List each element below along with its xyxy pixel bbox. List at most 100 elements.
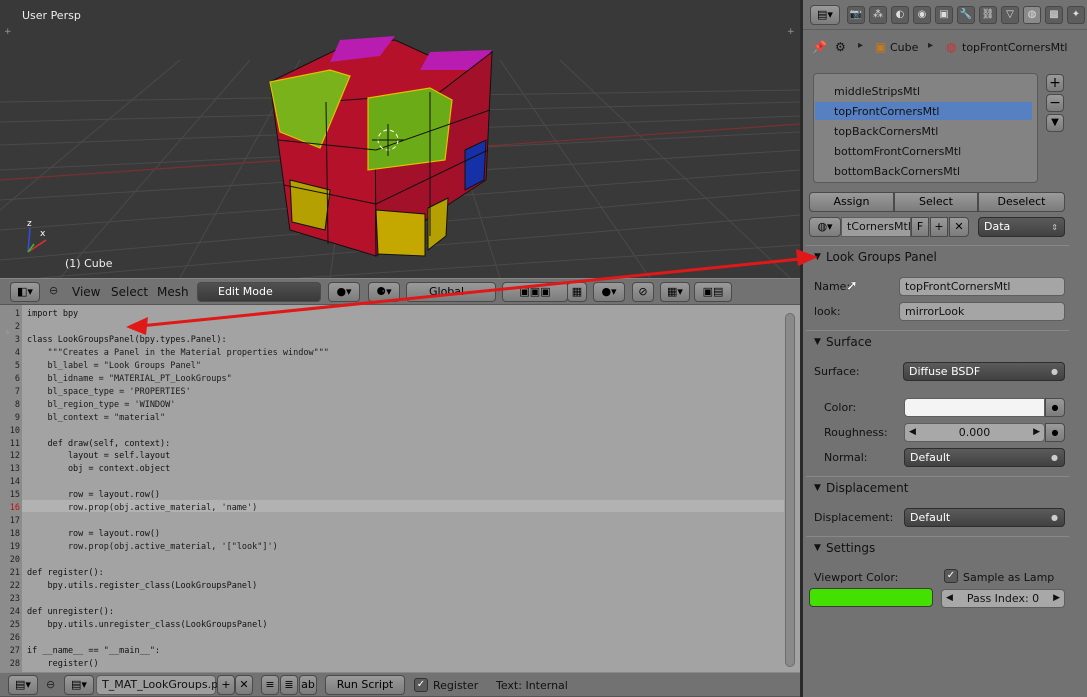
collapse-icon[interactable]: ⊖ (49, 284, 58, 297)
code-line[interactable]: row = layout.row() (27, 490, 160, 500)
panel-displacement-header[interactable]: ▼ Displacement (806, 476, 1069, 498)
menu-select[interactable]: Select (111, 285, 148, 299)
code-line[interactable]: row = layout.row() (27, 529, 160, 539)
corner-plus-icon[interactable]: + (4, 329, 12, 338)
decrement-arrow-icon[interactable]: ◀ (909, 424, 916, 441)
material-name-field[interactable]: tCornersMtl (841, 217, 911, 237)
link-socket-icon[interactable]: ● (1045, 423, 1065, 442)
shading-dropdown[interactable]: ●▾ (328, 282, 360, 302)
code-line[interactable]: class LookGroupsPanel(bpy.types.Panel): (27, 335, 227, 345)
pass-index-field[interactable]: ◀ Pass Index: 0 ▶ (941, 589, 1065, 608)
unlink-text-icon[interactable]: ✕ (235, 675, 253, 695)
orientation-dropdown[interactable]: Global (406, 282, 496, 302)
deselect-button[interactable]: Deselect (978, 192, 1065, 212)
code-area[interactable]: 1 import bpy 2 3 class LookGroupsPanel(bpy.t… (0, 305, 785, 672)
increment-arrow-icon[interactable]: ▶ (1033, 424, 1040, 441)
code-line[interactable]: bl_context = "material" (27, 413, 165, 423)
editor-type-icon[interactable]: ▤▾ (8, 675, 38, 695)
code-line[interactable]: row.prop(obj.active_material, '["look"]'… (27, 542, 278, 552)
pin-icon[interactable]: 📌 (812, 40, 827, 54)
area-divider[interactable] (800, 0, 803, 697)
remove-slot-button[interactable]: − (1046, 94, 1064, 112)
code-line[interactable]: row.prop(obj.active_material, 'name') (27, 503, 257, 513)
slot-menu-icon[interactable]: ▼ (1046, 114, 1064, 132)
register-checkbox[interactable]: ✓ (414, 678, 428, 692)
code-line[interactable]: bl_region_type = 'WINDOW' (27, 400, 175, 410)
increment-arrow-icon[interactable]: ▶ (1053, 590, 1060, 607)
material-slot-item[interactable]: middleStripsMtl (834, 85, 920, 98)
physics-tab-icon[interactable]: ✦ (1067, 6, 1085, 24)
code-line[interactable]: obj = context.object (27, 464, 170, 474)
look-field[interactable]: mirrorLook (899, 302, 1065, 321)
data-tab-icon[interactable]: ▽ (1001, 6, 1019, 24)
collapse-icon[interactable]: ⊖ (46, 678, 55, 691)
roughness-slider[interactable]: ◀ 0.000 ▶ (904, 423, 1045, 442)
color-swatch[interactable] (904, 398, 1045, 417)
render-buttons[interactable]: ▣▤ (694, 282, 732, 302)
link-socket-icon[interactable]: ● (1045, 398, 1065, 417)
displacement-dropdown[interactable]: Default ● (904, 508, 1065, 527)
code-line[interactable]: """Creates a Panel in the Material prope… (27, 348, 328, 358)
editor-type-icon[interactable]: ◧▾ (10, 282, 40, 302)
world-tab-icon[interactable]: ◉ (913, 6, 931, 24)
code-line[interactable]: bpy.utils.unregister_class(LookGroupsPan… (27, 620, 267, 630)
add-slot-button[interactable]: + (1046, 74, 1064, 92)
code-line[interactable]: def unregister(): (27, 607, 114, 617)
code-line[interactable]: bl_idname = "MATERIAL_PT_LookGroups" (27, 374, 231, 384)
select-button[interactable]: Select (894, 192, 978, 212)
word-wrap-icon[interactable]: ≣ (280, 675, 298, 695)
material-browse-icon[interactable]: ◍▾ (809, 217, 841, 237)
material-tab-icon[interactable]: ◍ (1023, 6, 1041, 24)
surface-shader-dropdown[interactable]: Diffuse BSDF ● (903, 362, 1065, 381)
material-slot-item[interactable]: bottomBackCornersMtl (834, 165, 960, 178)
object-tab-icon[interactable]: ▣ (935, 6, 953, 24)
scene-tab-icon[interactable]: ◐ (891, 6, 909, 24)
code-line[interactable]: bpy.utils.register_class(LookGroupsPanel… (27, 581, 257, 591)
material-slot-item[interactable]: topBackCornersMtl (834, 125, 938, 138)
occlude-icon[interactable]: ▦ (567, 282, 587, 302)
code-line[interactable]: import bpy (27, 309, 78, 319)
code-line[interactable]: bl_label = "Look Groups Panel" (27, 361, 201, 371)
panel-settings-header[interactable]: ▼ Settings (806, 536, 1069, 558)
editor-type-icon[interactable]: ▤▾ (810, 5, 840, 25)
snap-toggle-icon[interactable]: ⊘ (632, 282, 654, 302)
3d-viewport[interactable]: z x User Persp (1) Cube + + (0, 0, 800, 278)
material-slot-item[interactable]: topFrontCornersMtl (834, 105, 939, 118)
modifier-tab-icon[interactable]: 🔧 (957, 6, 975, 24)
text-filename-field[interactable]: T_MAT_LookGroups.py (96, 675, 225, 695)
render-layers-tab-icon[interactable]: ⁂ (869, 6, 887, 24)
sample-as-lamp-checkbox[interactable]: ✓ (944, 569, 958, 583)
panel-surface-header[interactable]: ▼ Surface (806, 330, 1069, 352)
viewport-color-swatch[interactable] (809, 588, 933, 607)
assign-button[interactable]: Assign (809, 192, 894, 212)
render-tab-icon[interactable]: 📷 (847, 6, 865, 24)
new-text-icon[interactable]: + (217, 675, 235, 695)
link-mode-dropdown[interactable]: Data ⇕ (978, 217, 1065, 237)
mode-dropdown[interactable]: Edit Mode (197, 282, 321, 302)
corner-plus-icon[interactable]: + (787, 28, 795, 37)
text-browse-icon[interactable]: ▤▾ (64, 675, 94, 695)
code-line[interactable]: def register(): (27, 568, 104, 578)
panel-look-groups-header[interactable]: ▼ Look Groups Panel (806, 245, 1069, 267)
normal-dropdown[interactable]: Default ● (904, 448, 1065, 467)
name-field[interactable]: topFrontCornersMtl (899, 277, 1065, 296)
code-line[interactable]: def draw(self, context): (27, 439, 170, 449)
snap-element-dropdown[interactable]: ▦▾ (660, 282, 690, 302)
new-material-icon[interactable]: + (930, 217, 948, 237)
texture-tab-icon[interactable]: ▩ (1045, 6, 1063, 24)
fake-user-button[interactable]: F (911, 217, 929, 237)
editor-scrollbar[interactable] (785, 313, 795, 667)
line-numbers-icon[interactable]: ≡ (261, 675, 279, 695)
constraint-tab-icon[interactable]: ⛓ (979, 6, 997, 24)
decrement-arrow-icon[interactable]: ◀ (946, 590, 953, 607)
syntax-highlight-icon[interactable]: ab (299, 675, 317, 695)
code-line[interactable]: if __name__ == "__main__": (27, 646, 160, 656)
run-script-button[interactable]: Run Script (325, 675, 405, 695)
menu-mesh[interactable]: Mesh (157, 285, 189, 299)
code-line[interactable]: bl_space_type = 'PROPERTIES' (27, 387, 190, 397)
menu-view[interactable]: View (72, 285, 100, 299)
material-slot-item[interactable]: bottomFrontCornersMtl (834, 145, 961, 158)
code-line[interactable]: register() (27, 659, 98, 669)
proportional-dropdown[interactable]: ●▾ (593, 282, 625, 302)
unlink-material-icon[interactable]: ✕ (949, 217, 969, 237)
